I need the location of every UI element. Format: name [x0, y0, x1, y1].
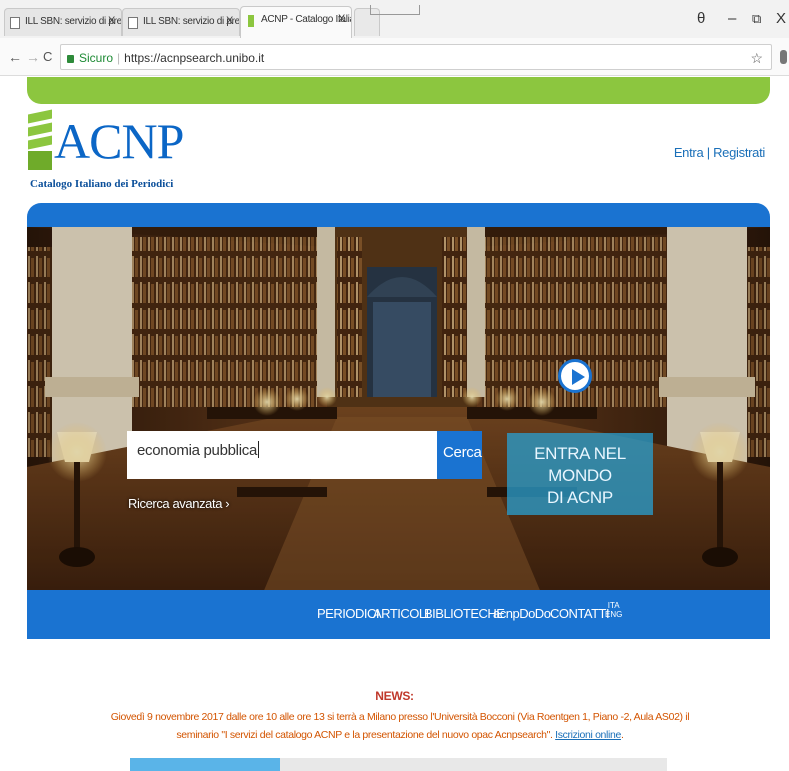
library-background-image [27, 227, 770, 607]
acnp-favicon-icon [248, 15, 254, 27]
close-tab-icon[interactable]: X [338, 13, 345, 25]
content-tab-active[interactable] [130, 758, 280, 771]
browser-tab-2[interactable]: ILL SBN: servizio di prest X [122, 8, 240, 36]
page-icon [10, 17, 20, 29]
browser-tab-active[interactable]: ACNP - Catalogo Italiano X [240, 6, 352, 38]
logo-subtitle: Catalogo Italiano dei Periodici [30, 178, 174, 190]
menu-periodici[interactable]: PERIODICI [317, 606, 379, 621]
window-drag-area [370, 5, 420, 15]
menu-acnpdodo[interactable]: acnpDoDo [493, 606, 551, 621]
login-register-link[interactable]: Entra | Registrati [674, 145, 765, 160]
menu-contatti[interactable]: CONTATTI [550, 606, 610, 621]
hero-top-bar [27, 203, 770, 227]
registration-link[interactable]: Iscrizioni online [555, 729, 621, 741]
reload-icon[interactable]: C [43, 49, 52, 64]
separator: | [117, 51, 121, 65]
browser-nav-bar: ← → C Sicuro | https://acnpsearch.unibo.it… [0, 38, 789, 76]
minimize-icon[interactable]: – [728, 10, 736, 27]
restore-icon[interactable]: ⧉ [752, 11, 761, 27]
address-bar[interactable]: Sicuro | https://acnpsearch.unibo.it ☆ [60, 44, 772, 70]
news-text: Giovedì 9 novembre 2017 dalle ore 10 all… [110, 711, 690, 741]
text-caret [257, 441, 259, 458]
menu-articoli[interactable]: ARTICOLI [373, 606, 429, 621]
advanced-search-link[interactable]: Ricerca avanzata › [128, 496, 230, 511]
language-switch: ITA ENG [605, 601, 622, 619]
secure-label: Sicuro [79, 51, 114, 65]
bookmark-star-icon[interactable]: ☆ [750, 50, 763, 67]
user-profile-icon[interactable]: θ [697, 10, 705, 27]
news-heading: NEWS: [375, 689, 414, 703]
extension-icon[interactable] [780, 50, 787, 64]
hero-banner: economia pubblica Cerca Ricerca avanzata… [27, 203, 770, 639]
search-button[interactable]: Cerca [437, 431, 482, 479]
close-tab-icon[interactable]: X [108, 15, 115, 27]
acnp-logo-icon[interactable] [28, 109, 52, 170]
lang-ita-link[interactable]: ITA [605, 601, 622, 610]
enter-acnp-banner[interactable]: ENTRA NEL MONDO DI ACNP [507, 433, 653, 515]
browser-tab-bar: ILL SBN: servizio di prest X ILL SBN: se… [0, 0, 789, 38]
page-icon [128, 17, 138, 29]
lang-eng-link[interactable]: ENG [605, 610, 622, 619]
search-input[interactable]: economia pubblica [127, 431, 437, 479]
enter-banner-line1: ENTRA NEL MONDO [534, 444, 626, 485]
play-video-icon[interactable] [558, 359, 592, 393]
close-tab-icon[interactable]: X [226, 15, 233, 27]
logo-text[interactable]: ACNP [54, 116, 184, 166]
window-close-icon[interactable]: X [776, 10, 786, 27]
browser-tab-1[interactable]: ILL SBN: servizio di prest X [4, 8, 122, 36]
top-green-banner [27, 77, 770, 104]
search-query: economia pubblica [137, 442, 257, 459]
lock-icon [67, 55, 74, 63]
content-tabs [130, 758, 667, 771]
enter-banner-line2: DI ACNP [547, 488, 613, 507]
search-box: economia pubblica Cerca [127, 431, 482, 479]
url-text: https://acnpsearch.unibo.it [124, 51, 265, 65]
forward-icon[interactable]: → [26, 49, 40, 65]
back-icon[interactable]: ← [8, 49, 22, 65]
